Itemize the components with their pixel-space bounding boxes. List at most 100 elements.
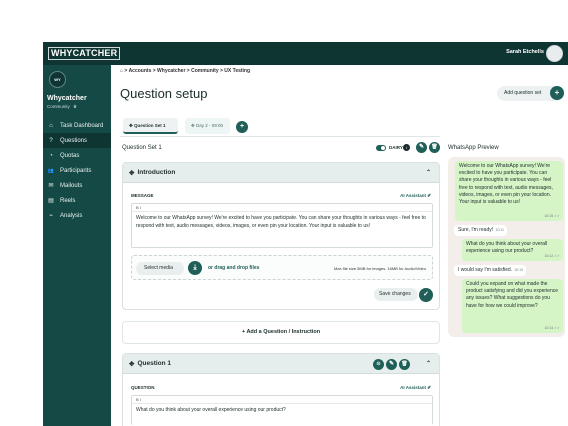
breadcrumb-sep: >	[186, 68, 190, 74]
app-frame: WHYCATCHER Sarah Etchells WY Whycatcher …	[0, 0, 568, 426]
sidebar-item-label: Quotas	[60, 152, 80, 159]
drag-icon: ✥	[191, 123, 195, 128]
question-set-label: Question Set 1	[122, 145, 162, 151]
breadcrumb-item[interactable]: UX Testing	[224, 68, 250, 74]
quota-icon: ◔	[49, 152, 53, 159]
org-type-label: Community	[47, 104, 70, 109]
editor-toolbar[interactable]: B I	[132, 396, 432, 404]
chat-time: 10:14 ✓✓	[544, 325, 560, 330]
sidebar-item-label: Analysis	[60, 212, 83, 219]
question-text[interactable]: What do you think about your overall exp…	[132, 404, 432, 418]
tab-label: Day 2 - 09:00	[196, 123, 224, 128]
question-icon: ?	[49, 137, 53, 144]
chat-time: 10:13	[514, 267, 523, 272]
chart-icon: ⌁	[49, 213, 53, 219]
drag-icon[interactable]: ✥	[129, 169, 134, 177]
question-1-card: ✥ Question 1 ⌃ ⊙ ✎ 🗑 QUESTION AI Assista…	[122, 353, 440, 426]
whatsapp-preview: Welcome to our WhatsApp survey! We're ex…	[448, 157, 565, 337]
chat-bubble-outgoing: Welcome to our WhatsApp survey! We're ex…	[455, 161, 563, 221]
add-tab-plus-icon[interactable]: +	[236, 121, 248, 133]
sidebar-nav: ⌂ Task Dashboard ? Questions ◔ Quotas 👥 …	[43, 118, 111, 223]
diary-label: DAIRY	[389, 145, 403, 150]
add-question-button[interactable]: + Add a Question / Instruction	[122, 321, 440, 344]
chevron-up-icon[interactable]: ⌃	[426, 169, 431, 176]
message-editor[interactable]: B I Welcome to our WhatsApp survey! We'r…	[131, 203, 433, 248]
chat-bubble-outgoing: What do you think about your overall exp…	[462, 239, 563, 261]
mail-icon: ✉	[48, 183, 54, 189]
breadcrumb-sep: >	[124, 68, 128, 74]
introduction-title: Introduction	[137, 169, 176, 176]
chat-text: What do you think about your overall exp…	[466, 241, 548, 255]
sidebar-item-quotas[interactable]: ◔ Quotas	[43, 148, 111, 163]
delete-icon[interactable]: 🗑	[429, 142, 440, 153]
tab-label: Question Set 1	[134, 123, 166, 128]
tab-day-2[interactable]: ✥ Day 2 - 09:00	[185, 118, 230, 134]
question-editor[interactable]: B I What do you think about your overall…	[131, 395, 433, 425]
breadcrumb-sep: >	[219, 68, 223, 74]
breadcrumb-item[interactable]: Accounts	[129, 68, 152, 74]
message-label: MESSAGE	[131, 193, 154, 198]
ai-assistant-link[interactable]: AI Assistant ✐	[400, 193, 431, 199]
sidebar-item-label: Task Dashboard	[60, 122, 104, 129]
chat-time: 10:11	[495, 227, 505, 232]
drag-icon[interactable]: ✥	[129, 360, 134, 368]
sidebar: WY Whycatcher Community ♛ ⌂ Task Dashboa…	[43, 65, 111, 426]
introduction-header[interactable]: ✥ Introduction ⌃	[123, 163, 439, 183]
sidebar-item-label: Reels	[60, 197, 76, 204]
sidebar-item-analysis[interactable]: ⌁ Analysis	[43, 208, 111, 223]
check-icon[interactable]: ✓	[419, 288, 433, 302]
org-avatar[interactable]: WY	[49, 71, 66, 88]
sidebar-item-participants[interactable]: 👥 Participants	[43, 163, 111, 178]
save-changes-button[interactable]: Save changes	[374, 288, 418, 301]
org-type: Community ♛	[47, 104, 77, 110]
home-icon: ⌂	[49, 122, 53, 129]
sidebar-item-questions[interactable]: ? Questions	[43, 133, 111, 148]
drag-drop-label: or drag and drop files	[208, 265, 260, 271]
select-media-button[interactable]: Select media	[136, 262, 184, 275]
drag-icon: ✥	[129, 123, 133, 128]
add-question-set-plus-icon[interactable]: +	[550, 86, 564, 100]
chat-bubble-incoming: Sure, I'm ready! 10:11	[454, 225, 507, 236]
chat-text: Welcome to our WhatsApp survey! We're ex…	[459, 163, 553, 206]
sidebar-item-mailouts[interactable]: ✉ Mailouts	[43, 178, 111, 193]
tab-divider	[120, 136, 440, 137]
avatar[interactable]	[546, 45, 563, 62]
chat-bubble-outgoing: Could you expand on what made the produc…	[462, 279, 563, 333]
app-logo[interactable]: WHYCATCHER	[48, 47, 121, 60]
info-icon[interactable]: i	[403, 144, 410, 151]
sidebar-item-label: Participants	[60, 167, 92, 174]
tab-question-set-1[interactable]: ✥ Question Set 1	[123, 118, 178, 134]
chat-bubble-incoming: I would say I'm satisfied. 10:13	[454, 265, 526, 276]
edit-icon[interactable]: ✎	[386, 359, 397, 370]
ai-assistant-link[interactable]: AI Assistant ✐	[400, 385, 431, 391]
sidebar-item-label: Mailouts	[60, 182, 83, 189]
film-icon: ▤	[48, 198, 54, 204]
user-name[interactable]: Sarah Etchells	[506, 49, 544, 55]
editor-toolbar[interactable]: B I	[132, 204, 432, 212]
sidebar-item-task-dashboard[interactable]: ⌂ Task Dashboard	[43, 118, 111, 133]
sidebar-item-reels[interactable]: ▤ Reels	[43, 193, 111, 208]
diary-toggle[interactable]	[376, 145, 386, 151]
chat-text: Could you expand on what made the produc…	[466, 281, 559, 309]
chat-time: 10:12 ✓✓	[544, 253, 560, 258]
crown-icon: ♛	[73, 104, 78, 109]
breadcrumb: ⌂ > Accounts > Whycatcher > Community > …	[120, 68, 250, 74]
message-text[interactable]: Welcome to our WhatsApp survey! We're ex…	[132, 212, 432, 233]
chevron-up-icon[interactable]: ⌃	[426, 360, 431, 367]
breadcrumb-sep: >	[152, 68, 156, 74]
home-icon[interactable]: ⌂	[120, 68, 123, 74]
whatsapp-preview-title: WhatsApp Preview	[448, 145, 499, 151]
media-drop-zone[interactable]: Select media ⤓ or drag and drop files Ma…	[131, 255, 433, 280]
add-question-set-label: Add question set	[504, 90, 542, 96]
breadcrumb-item[interactable]: Whycatcher	[157, 68, 185, 74]
upload-icon[interactable]: ⤓	[188, 261, 202, 275]
chat-text: I would say I'm satisfied.	[458, 267, 513, 273]
target-icon[interactable]: ⊙	[373, 359, 384, 370]
breadcrumb-item[interactable]: Community	[191, 68, 219, 74]
delete-icon[interactable]: 🗑	[399, 359, 410, 370]
question-label: QUESTION	[131, 385, 155, 390]
file-size-note: Max file size 5MB for images, 16MB for A…	[334, 266, 426, 271]
edit-icon[interactable]: ✎	[416, 142, 427, 153]
chat-text: Sure, I'm ready!	[458, 227, 494, 233]
chat-time: 10:15 ✓✓	[544, 213, 560, 218]
